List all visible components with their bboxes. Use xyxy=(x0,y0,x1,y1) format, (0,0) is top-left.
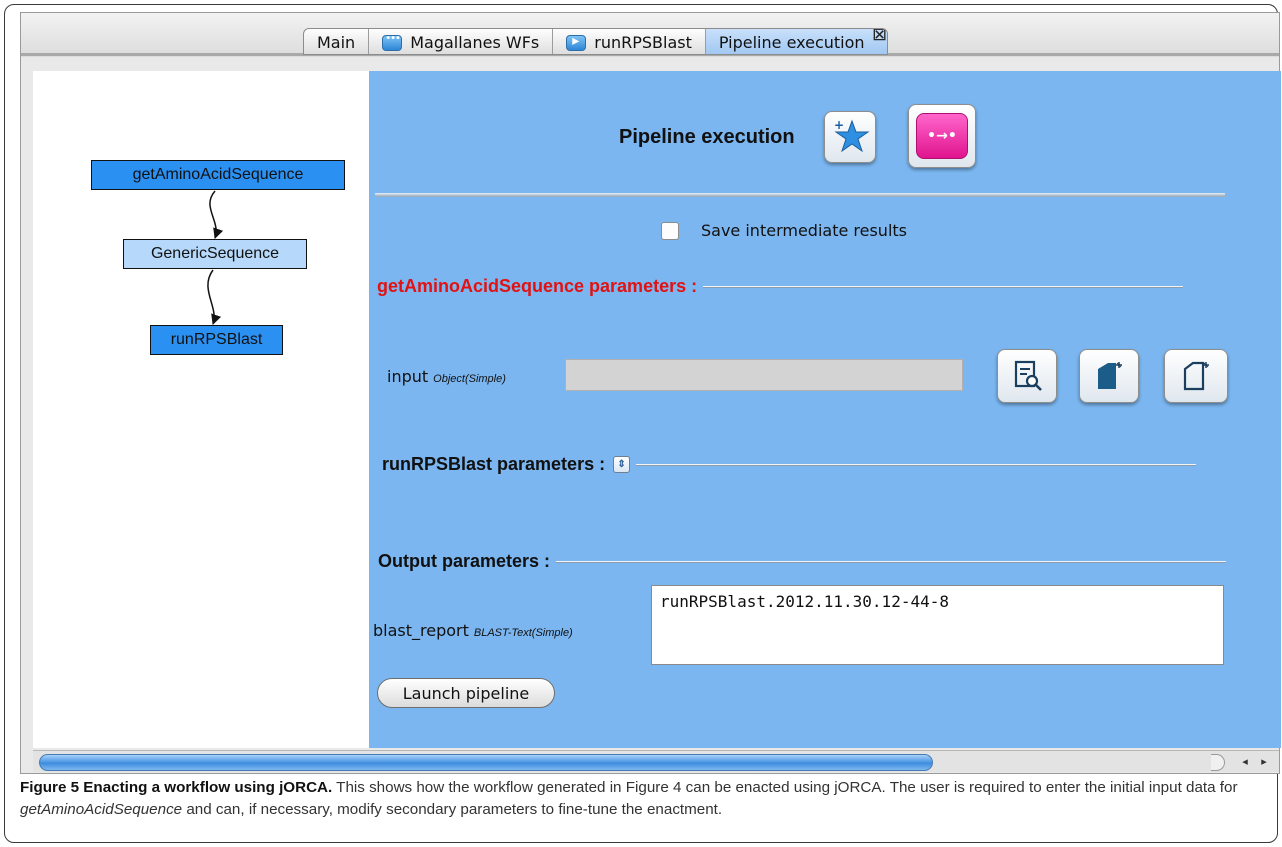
section-output-label: Output parameters : xyxy=(378,551,551,571)
section-getaminoacidsequence: getAminoAcidSequence parameters : xyxy=(377,276,1184,297)
caption-italic: getAminoAcidSequence xyxy=(20,801,183,818)
input-param-name: input xyxy=(387,367,429,386)
svg-text:+: + xyxy=(834,118,844,132)
input-param-field[interactable] xyxy=(565,359,963,391)
tab-pipeline-execution[interactable]: Pipeline execution ⊠ xyxy=(705,29,887,54)
save-intermediate-checkbox[interactable] xyxy=(661,221,679,240)
section-runrpsblast-label: runRPSBlast parameters : xyxy=(382,454,606,474)
scrollbar-track-end xyxy=(1211,754,1225,771)
new-data-button[interactable] xyxy=(1079,349,1139,403)
pipeline-run-icon: •→• xyxy=(916,113,968,159)
browse-data-button[interactable] xyxy=(997,349,1057,403)
star-icon: + xyxy=(834,118,870,153)
blank-document-icon xyxy=(1183,361,1209,391)
node-getaminoacidsequence[interactable]: getAminoAcidSequence xyxy=(91,160,345,190)
node-runrpsblast[interactable]: runRPSBlast xyxy=(150,325,283,355)
tab-runrpsblast[interactable]: runRPSBlast xyxy=(553,29,706,54)
tab-main-label: Main xyxy=(317,33,356,52)
node-genericsequence[interactable]: GenericSequence xyxy=(123,239,307,269)
output-param-name: blast_report xyxy=(373,621,469,640)
new-document-icon xyxy=(1098,362,1122,389)
workflow-graph-panel: getAminoAcidSequence GenericSequence run… xyxy=(33,71,369,748)
save-intermediate-row: Save intermediate results xyxy=(661,221,907,240)
save-intermediate-label: Save intermediate results xyxy=(701,221,907,240)
caption-text-1: This shows how the workflow generated in… xyxy=(332,779,1238,796)
edge-2 xyxy=(207,269,222,325)
horizontal-scrollbar[interactable]: ◂ ▸ xyxy=(33,750,1279,772)
panel-title: Pipeline execution xyxy=(619,126,795,148)
figure-caption: Figure 5 Enacting a workflow using jORCA… xyxy=(20,777,1268,821)
input-param-label: input Object(Simple) xyxy=(387,367,506,386)
run-pipeline-icon-button[interactable]: •→• xyxy=(908,104,976,168)
scroll-left-arrow-icon[interactable]: ◂ xyxy=(1236,753,1254,771)
tab-pipeline-label: Pipeline execution xyxy=(718,33,865,52)
output-param-type: BLAST-Text(Simple) xyxy=(473,627,573,639)
section-runrpsblast: runRPSBlast parameters : ⇕ xyxy=(382,454,1197,475)
separator xyxy=(375,193,1225,197)
output-param-label: blast_report BLAST-Text(Simple) xyxy=(373,621,573,640)
section-line xyxy=(636,463,1197,466)
service-icon xyxy=(566,33,587,51)
caption-title: Figure 5 Enacting a workflow using jORCA… xyxy=(20,779,333,796)
section-line xyxy=(703,285,1184,288)
launch-pipeline-button[interactable]: Launch pipeline xyxy=(377,678,555,708)
close-icon[interactable]: ⊠ xyxy=(871,29,887,44)
tab-bar: Main Magallanes WFs runRPSBlast Pipeline… xyxy=(21,13,1279,57)
pipeline-execution-panel: Pipeline execution + •→• Save intermedia… xyxy=(369,71,1281,748)
inspect-document-icon xyxy=(1014,360,1042,391)
workflow-icon xyxy=(382,33,403,51)
tab-magallanes-wfs[interactable]: Magallanes WFs xyxy=(369,29,554,54)
input-param-type: Object(Simple) xyxy=(433,373,506,385)
edge-1 xyxy=(209,190,224,239)
section-output: Output parameters : xyxy=(378,551,1227,572)
add-favorite-button[interactable]: + xyxy=(824,111,876,163)
tab-magallanes-label: Magallanes WFs xyxy=(410,33,540,52)
tab-runrpsblast-label: runRPSBlast xyxy=(594,33,692,52)
scrollbar-thumb[interactable] xyxy=(39,754,933,771)
tab-main[interactable]: Main xyxy=(304,29,370,54)
caption-text-2: and can, if necessary, modify secondary … xyxy=(182,801,723,818)
tabs: Main Magallanes WFs runRPSBlast Pipeline… xyxy=(303,28,888,55)
output-param-field[interactable]: runRPSBlast.2012.11.30.12-44-8 xyxy=(651,585,1224,665)
jorca-window: Main Magallanes WFs runRPSBlast Pipeline… xyxy=(20,12,1281,774)
section-line xyxy=(556,560,1227,563)
section-getaminoacidsequence-label: getAminoAcidSequence parameters : xyxy=(377,276,698,296)
expand-toggle-icon[interactable]: ⇕ xyxy=(613,456,631,473)
clear-data-button[interactable] xyxy=(1164,349,1228,403)
scroll-right-arrow-icon[interactable]: ▸ xyxy=(1255,753,1273,771)
